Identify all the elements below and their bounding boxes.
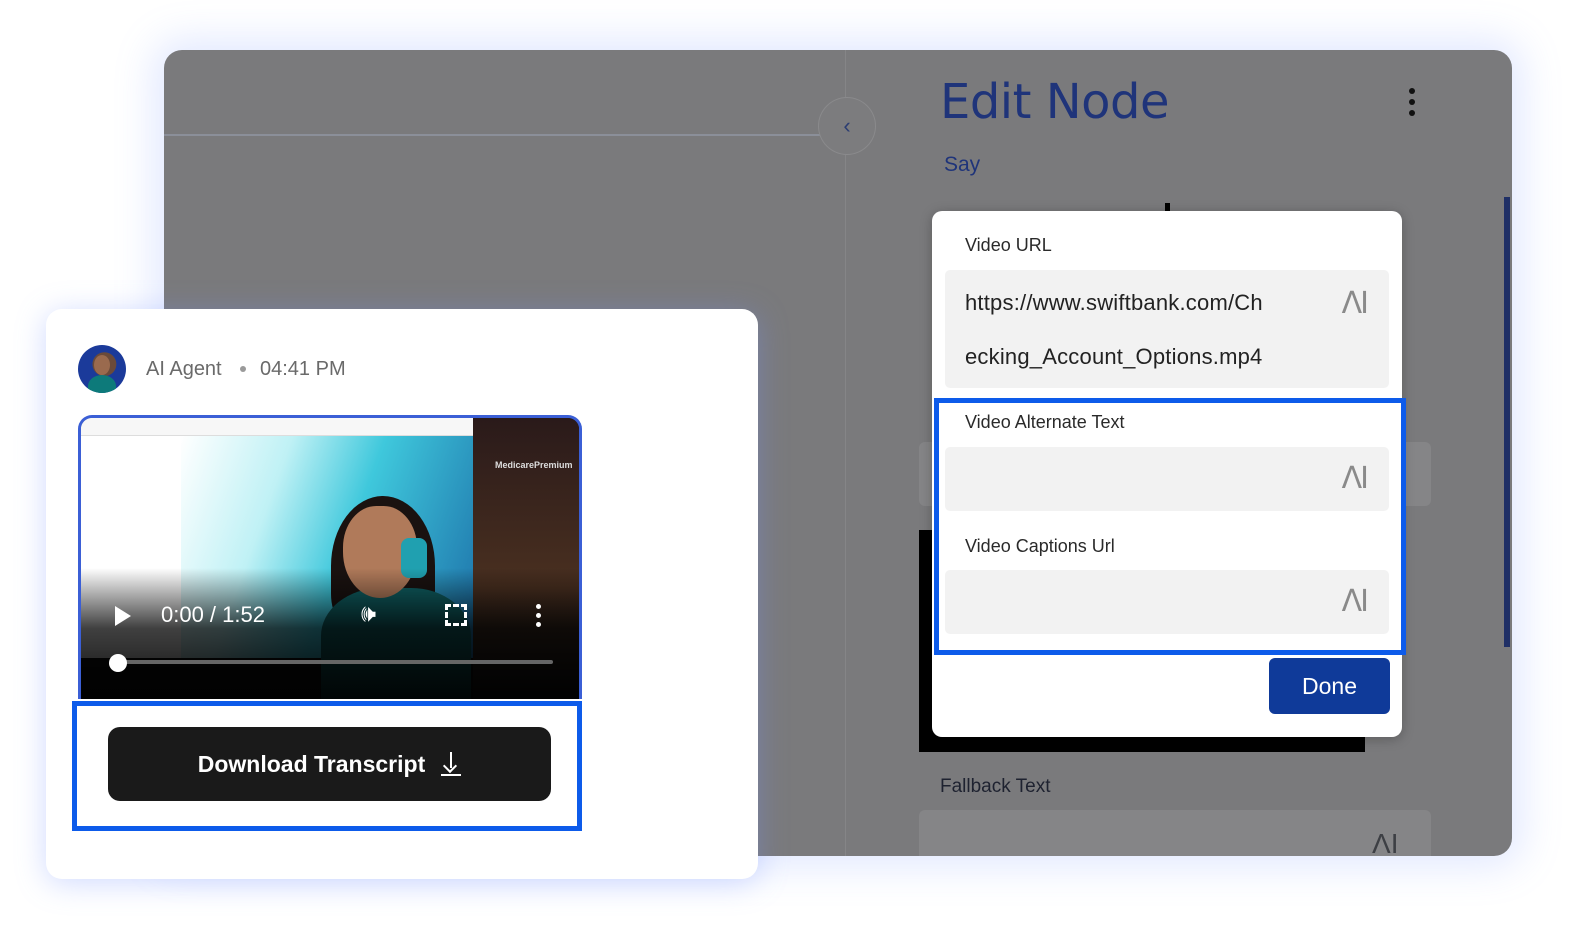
video-url-line-1: https://www.swiftbank.com/Ch [965, 290, 1263, 315]
video-url-label: Video URL [965, 235, 1052, 255]
ai-icon[interactable]: ΛI [1342, 286, 1369, 321]
fallback-text-field[interactable] [919, 810, 1431, 856]
separator-dot [240, 366, 246, 372]
video-controls-overlay [81, 568, 579, 699]
download-transcript-label: Download Transcript [197, 750, 426, 777]
volume-icon[interactable]: 🕪 [361, 600, 376, 628]
page-title: Edit Node [940, 74, 1169, 130]
download-transcript-button[interactable]: Download Transcript [108, 727, 551, 801]
ai-icon[interactable]: ΛI [1372, 828, 1398, 856]
video-url-line-2: ecking_Account_Options.mp4 [965, 344, 1263, 369]
agent-name: AI Agent [146, 358, 222, 380]
video-url-field[interactable]: https://www.swiftbank.com/Ch ecking_Acco… [945, 270, 1389, 388]
play-icon[interactable] [115, 606, 131, 626]
video-time: 0:00 / 1:52 [161, 602, 265, 627]
download-icon [441, 752, 462, 776]
highlight-outline [934, 398, 1406, 655]
fullscreen-icon[interactable] [445, 604, 467, 626]
fallback-text-label: Fallback Text [940, 776, 1051, 797]
chat-message-card: AI Agent 04:41 PM MedicarePremium 0:00 /… [46, 309, 758, 879]
say-label: Say [944, 153, 981, 176]
video-more-options-icon[interactable] [536, 604, 541, 627]
video-side-caption: MedicarePremium [495, 460, 573, 470]
video-progress-track[interactable] [111, 660, 553, 664]
chevron-left-icon: ‹ [843, 113, 851, 138]
scrollbar[interactable] [1504, 197, 1510, 647]
collapse-panel-button[interactable]: ‹ [819, 98, 875, 154]
done-button[interactable]: Done [1269, 658, 1390, 714]
more-options-icon[interactable] [1406, 88, 1418, 116]
video-settings-dialog: Video URL https://www.swiftbank.com/Ch e… [932, 211, 1406, 737]
message-time: 04:41 PM [260, 358, 346, 380]
video-player[interactable]: MedicarePremium 0:00 / 1:52 🕪 [78, 415, 582, 699]
panel-divider [845, 50, 846, 856]
avatar [78, 345, 126, 393]
canvas-divider [164, 134, 845, 136]
video-progress-knob[interactable] [109, 654, 127, 672]
